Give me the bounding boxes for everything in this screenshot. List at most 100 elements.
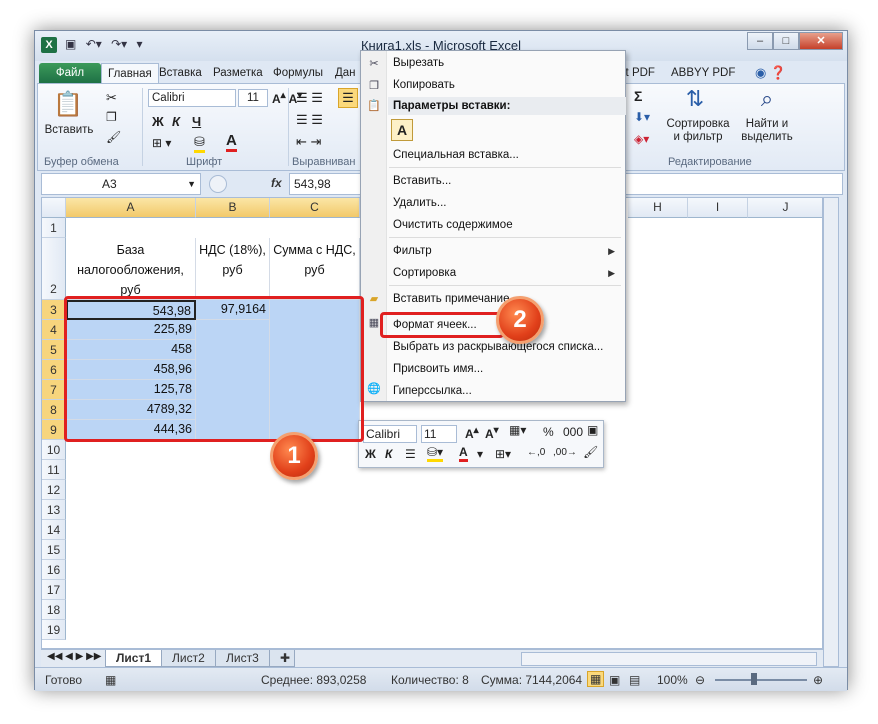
mini-font-color-icon[interactable]: A (459, 445, 468, 462)
mini-font-name[interactable]: Calibri (363, 425, 417, 443)
row-header[interactable]: 19 (42, 620, 66, 640)
row-header[interactable]: 18 (42, 600, 66, 620)
page-break-view-icon[interactable]: ▤ (629, 673, 640, 687)
menu-item-insert-note[interactable]: Вставить примечание (393, 293, 509, 305)
normal-view-icon[interactable]: ▦ (587, 671, 605, 687)
align-center-icon[interactable]: ☰ (338, 88, 358, 108)
cell-b2[interactable]: НДС (18%), руб (196, 238, 270, 300)
tab-abbyy-pdf[interactable]: ABBYY PDF (665, 63, 741, 83)
fill-color-icon[interactable]: ⛁ (194, 134, 205, 153)
italic-button[interactable]: К (172, 114, 180, 129)
menu-item-assign-name[interactable]: Присвоить имя... (393, 363, 483, 375)
borders-icon[interactable]: ⊞ ▾ (152, 136, 171, 150)
row-header[interactable]: 3 (42, 300, 66, 320)
copy-icon[interactable]: ❐ (106, 110, 117, 124)
paste-button[interactable]: Вставить (44, 124, 94, 136)
tab-layout[interactable]: Разметка (207, 63, 269, 83)
paste-values-button[interactable]: A (391, 119, 413, 141)
cut-icon[interactable]: ✂ (106, 90, 117, 106)
paste-icon[interactable]: 📋 (48, 90, 88, 120)
sort-filter-icon[interactable]: ⇅ (678, 86, 712, 112)
number-format-icon[interactable]: ▦▾ (509, 423, 526, 437)
menu-item-pick-list[interactable]: Выбрать из раскрывающегося списка... (393, 341, 603, 353)
format-painter-icon[interactable]: 🖌 (106, 130, 121, 144)
indent-icon[interactable]: ⇤ ⇥ (296, 134, 321, 150)
tab-formulas[interactable]: Формулы (267, 63, 329, 83)
tab-insert[interactable]: Вставка (153, 63, 208, 83)
fill-icon[interactable]: ⬇▾ (634, 110, 650, 124)
mini-italic-button[interactable]: К (385, 447, 392, 461)
row-header[interactable]: 14 (42, 520, 66, 540)
font-size-select[interactable]: 11 (238, 89, 268, 107)
menu-item-delete[interactable]: Удалить... (393, 197, 447, 209)
menu-item-clear[interactable]: Очистить содержимое (393, 219, 513, 231)
menu-item-special-paste[interactable]: Специальная вставка... (393, 149, 519, 161)
mini-borders-icon[interactable]: ⊞▾ (495, 447, 511, 461)
cell-c2[interactable]: Сумма с НДС, руб (270, 238, 360, 300)
font-color-icon[interactable]: A (226, 132, 237, 152)
bold-button[interactable]: Ж (152, 114, 164, 129)
zoom-out-icon[interactable]: ⊖ (695, 673, 705, 687)
sheet-tab-2[interactable]: Лист2 (161, 650, 216, 667)
menu-item-sort[interactable]: Сортировка (393, 267, 456, 279)
column-header-b[interactable]: B (196, 198, 270, 218)
row-header[interactable]: 13 (42, 500, 66, 520)
sheet-tab-1[interactable]: Лист1 (105, 650, 163, 667)
name-box[interactable]: A3 ▼ (41, 173, 201, 195)
mini-bold-button[interactable]: Ж (365, 447, 376, 461)
merge-icon[interactable]: ▣ (587, 423, 598, 437)
autosum-icon[interactable]: Σ (634, 88, 642, 104)
formula-expand-icon[interactable] (209, 175, 227, 193)
zoom-level[interactable]: 100% (657, 673, 688, 687)
align-left-icon[interactable]: ☰ ☰ (296, 112, 323, 128)
row-header[interactable]: 11 (42, 460, 66, 480)
cell-a2[interactable]: База налогообложения, руб (66, 238, 196, 300)
sort-filter-button[interactable]: Сортировка и фильтр (660, 118, 736, 144)
select-all-corner[interactable] (42, 198, 66, 218)
close-button[interactable]: ✕ (799, 32, 843, 50)
column-header-h[interactable]: H (628, 198, 688, 218)
column-header-c[interactable]: C (270, 198, 360, 218)
minimize-button[interactable]: – (747, 32, 773, 50)
fx-icon[interactable]: fx (271, 176, 282, 190)
clear-icon[interactable]: ◈▾ (634, 132, 649, 146)
row-header[interactable]: 12 (42, 480, 66, 500)
row-header[interactable]: 10 (42, 440, 66, 460)
column-header-a[interactable]: A (66, 198, 196, 218)
zoom-in-icon[interactable]: ⊕ (813, 673, 823, 687)
menu-item-copy[interactable]: Копировать (393, 79, 455, 91)
row-header[interactable]: 9 (42, 420, 66, 440)
tab-file[interactable]: Файл (39, 63, 101, 83)
shrink-font-icon[interactable]: A▾ (485, 425, 499, 441)
vertical-scrollbar[interactable] (823, 197, 839, 667)
row-header[interactable]: 17 (42, 580, 66, 600)
tab-home[interactable]: Главная (101, 63, 159, 83)
row-header[interactable]: 5 (42, 340, 66, 360)
maximize-button[interactable]: □ (773, 32, 799, 50)
macro-record-icon[interactable]: ▦ (105, 673, 116, 687)
help-icon[interactable]: ◉ ❓ (749, 63, 792, 83)
find-select-button[interactable]: Найти и выделить (734, 118, 800, 144)
sheet-nav-arrows-icon[interactable]: ◀◀ ◀ ▶ ▶▶ (47, 651, 101, 662)
new-sheet-icon[interactable]: ✚ (269, 650, 295, 667)
row-header[interactable]: 15 (42, 540, 66, 560)
row-header[interactable]: 4 (42, 320, 66, 340)
font-name-select[interactable]: Calibri (148, 89, 236, 107)
chevron-down-icon[interactable]: ▾ (477, 447, 483, 461)
row-header[interactable]: 1 (42, 218, 66, 238)
zoom-slider-handle[interactable] (751, 673, 757, 685)
grow-font-icon[interactable]: A▴ (465, 425, 479, 441)
column-header-i[interactable]: I (688, 198, 748, 218)
menu-item-filter[interactable]: Фильтр (393, 245, 432, 257)
mini-font-size[interactable]: 11 (421, 425, 457, 443)
row-header[interactable]: 16 (42, 560, 66, 580)
mini-format-painter-icon[interactable]: 🖌 (583, 445, 598, 459)
increase-decimal-icon[interactable]: ←,0 (527, 447, 545, 458)
zoom-slider[interactable] (715, 679, 807, 681)
underline-button[interactable]: Ч (192, 114, 201, 129)
mini-fill-color-icon[interactable]: ⛁▾ (427, 445, 444, 462)
page-layout-view-icon[interactable]: ▣ (609, 673, 620, 687)
sheet-tab-3[interactable]: Лист3 (215, 650, 270, 667)
find-binoculars-icon[interactable]: ⌕ (750, 86, 784, 112)
menu-item-insert[interactable]: Вставить... (393, 175, 451, 187)
